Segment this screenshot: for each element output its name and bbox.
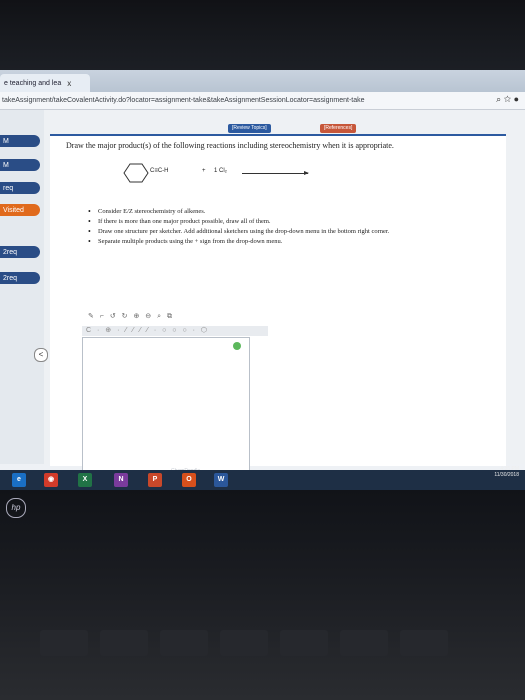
- screen: e teaching and lea x takeAssignment/take…: [0, 70, 525, 490]
- monitor-bezel-top: [0, 0, 525, 70]
- instruction-item: Consider E/Z stereochemistry of alkenes.: [88, 208, 448, 216]
- sketcher-canvas[interactable]: ChemDoodle: [82, 337, 250, 490]
- taskbar-app-powerpoint[interactable]: P: [148, 473, 162, 487]
- assignment-page: M M req Visited 2req 2req < [Review Topi…: [0, 110, 525, 490]
- reaction-arrow-icon: [242, 171, 309, 175]
- browser-actions: ⌕ ☆ ●: [496, 94, 519, 105]
- taskbar-app-excel[interactable]: X: [78, 473, 92, 487]
- references-link[interactable]: [References]: [320, 124, 357, 133]
- cyclohexane-ring-icon: [123, 163, 149, 183]
- nav-item-5[interactable]: 2req: [0, 246, 40, 258]
- sketcher-toolbar-bottom[interactable]: C · ⊕ · ⁄ ⁄ ⁄ ⁄ · ○ ○ ○ · ⬡: [82, 326, 268, 336]
- taskbar-app-ie[interactable]: e: [12, 473, 26, 487]
- browser-tab[interactable]: e teaching and lea x: [0, 74, 90, 92]
- reagent-label: 1 Cl₂: [214, 168, 227, 174]
- help-icon[interactable]: [233, 342, 241, 350]
- windows-taskbar: e ◉ X N P O W: [0, 470, 525, 490]
- keyboard-reflection: [40, 630, 480, 690]
- taskbar-app-word[interactable]: W: [214, 473, 228, 487]
- review-topics-link[interactable]: [Review Topics]: [228, 124, 271, 133]
- browser-tabstrip: e teaching and lea x: [0, 70, 525, 92]
- clock-date: 11/30/2018: [494, 472, 519, 478]
- question-text: Draw the major product(s) of the followi…: [66, 141, 394, 150]
- question-nav: M M req Visited 2req 2req <: [0, 110, 48, 464]
- instructions-list: Consider E/Z stereochemistry of alkenes.…: [88, 208, 448, 248]
- reaction-scheme: C≡C-H + 1 Cl₂: [122, 162, 322, 186]
- instruction-item: If there is more than one major product …: [88, 218, 448, 226]
- alkyne-label: C≡C-H: [150, 168, 169, 174]
- plus-sign: +: [202, 168, 206, 174]
- monitor-bezel-bottom: hp: [0, 490, 525, 700]
- system-tray[interactable]: 4:35 PM 11/30/2018: [494, 466, 519, 478]
- taskbar-app-office[interactable]: O: [182, 473, 196, 487]
- hp-logo: hp: [6, 498, 26, 518]
- instruction-item: Separate multiple products using the + s…: [88, 238, 448, 246]
- nav-item-2[interactable]: M: [0, 159, 40, 171]
- sketcher-toolbar-top[interactable]: ✎ ⌐ ↺ ↻ ⊕ ⊖ ⌕ ⧉: [88, 312, 208, 322]
- nav-item-3[interactable]: req: [0, 182, 40, 194]
- collapse-nav-button[interactable]: <: [34, 348, 48, 362]
- address-bar[interactable]: takeAssignment/takeCovalentActivity.do?l…: [0, 92, 525, 110]
- settings-icon[interactable]: ●: [514, 94, 519, 104]
- nav-item-visited[interactable]: Visited: [0, 204, 40, 216]
- url-text: takeAssignment/takeCovalentActivity.do?l…: [2, 97, 365, 104]
- nav-item-6[interactable]: 2req: [0, 272, 40, 284]
- close-tab-icon[interactable]: x: [67, 79, 71, 88]
- question-panel: [Review Topics] [References] Draw the ma…: [50, 124, 506, 490]
- search-icon[interactable]: ⌕: [496, 94, 501, 104]
- taskbar-app-chrome[interactable]: ◉: [44, 473, 58, 487]
- instruction-item: Draw one structure per sketcher. Add add…: [88, 228, 448, 236]
- nav-item-1[interactable]: M: [0, 135, 40, 147]
- tab-title: e teaching and lea: [4, 79, 62, 87]
- taskbar-app-onenote[interactable]: N: [114, 473, 128, 487]
- star-icon[interactable]: ☆: [504, 94, 511, 104]
